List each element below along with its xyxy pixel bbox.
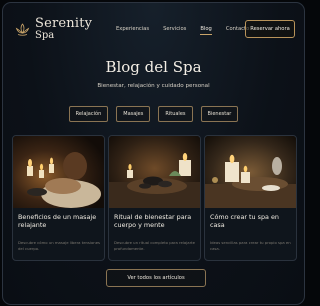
post-excerpt: Descubre un ritual completo para relajar… (114, 240, 196, 251)
post-title: Ritual de bienestar para cuerpo y mente (114, 213, 192, 230)
post-card[interactable]: Beneficios de un masaje relajante Descub… (12, 135, 105, 261)
brand-name: Serenity (35, 16, 93, 31)
reserve-button[interactable]: Reservar ahora (245, 20, 295, 38)
post-excerpt: Ideas sencillas para crear tu propio spa… (210, 240, 291, 251)
nav-item-blog[interactable]: Blog (200, 26, 213, 35)
category-chip-rituales[interactable]: Rituales (158, 106, 193, 122)
post-image-home-spa (205, 136, 296, 208)
page-frame: Serenity Spa Experiencias Servicios Blog… (2, 2, 305, 305)
post-card[interactable]: Cómo crear tu spa en casa Ideas sencilla… (204, 135, 297, 261)
brand-subname: Spa (35, 30, 55, 41)
post-image-ritual (109, 136, 200, 208)
brand-logo[interactable]: Serenity Spa (15, 17, 92, 41)
category-filters: Relajación Masajes Rituales Bienestar (3, 106, 304, 122)
view-all-button[interactable]: Ver todos los artículos (106, 269, 206, 287)
lotus-icon (15, 22, 30, 37)
post-title: Beneficios de un masaje relajante (18, 213, 97, 230)
nav-item-servicios[interactable]: Servicios (163, 26, 186, 32)
post-card[interactable]: Ritual de bienestar para cuerpo y mente … (108, 135, 201, 261)
category-chip-bienestar[interactable]: Bienestar (200, 106, 239, 122)
nav-item-experiencias[interactable]: Experiencias (116, 26, 149, 32)
post-image-massage (13, 136, 104, 208)
main-nav: Experiencias Servicios Blog Contacto (116, 26, 263, 35)
page-title: Blog del Spa (105, 58, 202, 76)
post-grid: Beneficios de un masaje relajante Descub… (12, 135, 297, 261)
post-excerpt: Descubre cómo un masaje libera tensiones… (18, 240, 101, 251)
page-subtitle: Bienestar, relajación y cuidado personal (97, 83, 210, 89)
category-chip-masajes[interactable]: Masajes (116, 106, 151, 122)
category-chip-relajacion[interactable]: Relajación (68, 106, 109, 122)
post-title: Cómo crear tu spa en casa (210, 213, 279, 230)
